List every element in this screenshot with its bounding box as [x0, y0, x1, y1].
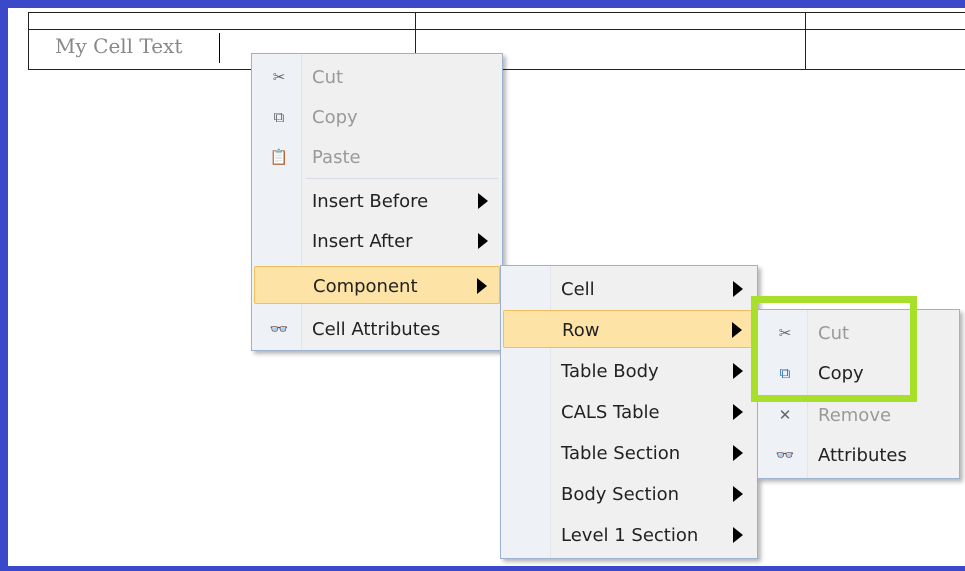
menu-item-label: Cell Attributes	[312, 319, 441, 340]
row-menu-item-attributes[interactable]: 👓 Attributes	[760, 436, 957, 474]
submenu-arrow-icon	[733, 363, 743, 379]
menu-item-label: Copy	[312, 107, 358, 128]
menu-item-label: Cut	[312, 67, 344, 88]
context-menu: ✂ Cut ⧉ Copy 📋 Paste Insert Before Inser…	[251, 53, 503, 351]
submenu-item-row[interactable]: Row	[503, 310, 755, 348]
paste-icon: 📋	[269, 148, 289, 166]
menu-item-label: Row	[562, 320, 600, 341]
menu-item-cut[interactable]: ✂ Cut	[254, 58, 500, 96]
submenu-arrow-icon	[733, 527, 743, 543]
component-submenu: Cell Row Table Body CALS Table Table Sec…	[500, 265, 758, 559]
submenu-arrow-icon	[733, 404, 743, 420]
menu-item-label: Attributes	[818, 445, 907, 466]
submenu-arrow-icon	[732, 322, 742, 338]
submenu-arrow-icon	[733, 486, 743, 502]
submenu-item-body-section[interactable]: Body Section	[503, 475, 755, 513]
menu-separator	[306, 178, 498, 179]
menu-item-label: Paste	[312, 147, 361, 168]
menu-item-label: Remove	[818, 405, 892, 426]
editor-frame-left	[0, 0, 8, 571]
glasses-icon: 👓	[269, 320, 289, 338]
menu-item-insert-after[interactable]: Insert After	[254, 222, 500, 260]
submenu-item-cell[interactable]: Cell	[503, 270, 755, 308]
menu-item-cell-attributes[interactable]: 👓 Cell Attributes	[254, 310, 500, 348]
editor-frame-top	[0, 0, 965, 8]
menu-item-label: Component	[313, 276, 418, 297]
submenu-arrow-icon	[478, 233, 488, 249]
table-column-border	[805, 12, 806, 70]
table-column-border	[28, 12, 29, 70]
submenu-arrow-icon	[733, 281, 743, 297]
remove-icon: ✕	[778, 406, 792, 424]
scissors-icon: ✂	[272, 68, 286, 86]
table-row-border	[28, 29, 965, 30]
submenu-arrow-icon	[478, 193, 488, 209]
menu-item-label: Cell	[561, 279, 595, 300]
glasses-icon: 👓	[775, 446, 795, 464]
menu-item-copy[interactable]: ⧉ Copy	[254, 98, 500, 136]
table-cell[interactable]: My Cell Text	[55, 34, 182, 58]
menu-item-label: Insert After	[312, 231, 413, 252]
menu-item-paste[interactable]: 📋 Paste	[254, 138, 500, 176]
submenu-item-cals-table[interactable]: CALS Table	[503, 393, 755, 431]
submenu-arrow-icon	[477, 278, 487, 294]
submenu-item-table-body[interactable]: Table Body	[503, 352, 755, 390]
menu-item-label: Level 1 Section	[561, 525, 699, 546]
menu-item-label: CALS Table	[561, 402, 660, 423]
submenu-item-level-1-section[interactable]: Level 1 Section	[503, 516, 755, 554]
menu-item-label: Table Section	[561, 443, 681, 464]
menu-item-insert-before[interactable]: Insert Before	[254, 182, 500, 220]
submenu-item-table-section[interactable]: Table Section	[503, 434, 755, 472]
highlight-annotation-box	[751, 296, 917, 402]
menu-item-label: Table Body	[561, 361, 659, 382]
menu-item-label: Insert Before	[312, 191, 429, 212]
table-row-border-top	[28, 12, 965, 13]
editor-frame-bottom	[0, 566, 965, 571]
menu-item-label: Body Section	[561, 484, 680, 505]
copy-icon: ⧉	[273, 108, 285, 126]
menu-item-component[interactable]: Component	[254, 266, 500, 304]
text-caret	[219, 33, 220, 63]
submenu-arrow-icon	[733, 445, 743, 461]
